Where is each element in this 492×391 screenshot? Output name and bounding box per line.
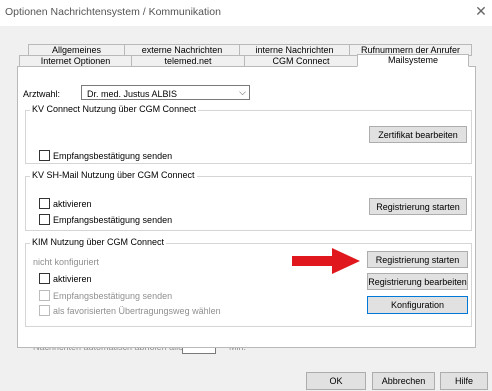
kv-sh-mail-empfang-checkbox[interactable] — [39, 214, 50, 225]
kv-connect-empfang-label: Empfangsbestätigung senden — [53, 151, 173, 161]
title-bar: Optionen Nachrichtensystem / Kommunikati… — [0, 0, 492, 26]
kv-sh-mail-aktivieren-checkbox[interactable] — [39, 198, 50, 209]
kv-sh-mail-empfang-label: Empfangsbestätigung senden — [53, 215, 173, 225]
tab-mailsysteme[interactable]: Mailsysteme — [357, 54, 469, 67]
zertifikat-bearbeiten-button[interactable]: Zertifikat bearbeiten — [369, 126, 467, 143]
kim-registrierung-bearbeiten-button[interactable]: Registrierung bearbeiten — [367, 273, 468, 290]
kim-empfang-checkbox[interactable] — [39, 290, 50, 301]
kim-empfang-label: Empfangsbestätigung senden — [53, 291, 173, 301]
window-title: Optionen Nachrichtensystem / Kommunikati… — [5, 6, 221, 18]
close-icon[interactable]: ✕ — [473, 3, 489, 19]
group-kim-title: KIM Nutzung über CGM Connect — [30, 237, 167, 247]
arztwahl-select[interactable]: Dr. med. Justus ALBIS ⌵ — [81, 85, 250, 100]
red-arrow-icon — [292, 248, 360, 274]
abbrechen-button[interactable]: Abbrechen — [372, 372, 435, 390]
kim-favorit-checkbox[interactable] — [39, 305, 50, 316]
arztwahl-label: Arztwahl: — [23, 89, 61, 99]
arztwahl-selected-value: Dr. med. Justus ALBIS — [87, 89, 178, 99]
kim-aktivieren-label: aktivieren — [53, 274, 92, 284]
kv-sh-mail-registrierung-starten-button[interactable]: Registrierung starten — [369, 198, 467, 215]
kv-connect-empfang-checkbox[interactable] — [39, 150, 50, 161]
kim-aktivieren-checkbox[interactable] — [39, 273, 50, 284]
kv-sh-mail-aktivieren-label: aktivieren — [53, 199, 92, 209]
kim-konfiguration-button[interactable]: Konfiguration — [367, 296, 468, 314]
kim-status-text: nicht konfiguriert — [33, 257, 100, 267]
group-kv-sh-mail-title: KV SH-Mail Nutzung über CGM Connect — [30, 170, 197, 180]
group-kv-connect-title: KV Connect Nutzung über CGM Connect — [30, 104, 199, 114]
kim-registrierung-starten-button[interactable]: Registrierung starten — [367, 251, 468, 268]
chevron-down-icon[interactable]: ⌵ — [239, 87, 246, 98]
hilfe-button[interactable]: Hilfe — [440, 372, 488, 390]
red-arrow-shape — [292, 248, 360, 274]
ok-button[interactable]: OK — [306, 372, 366, 390]
kim-favorit-label: als favorisierten Übertragungsweg wählen — [53, 306, 221, 316]
